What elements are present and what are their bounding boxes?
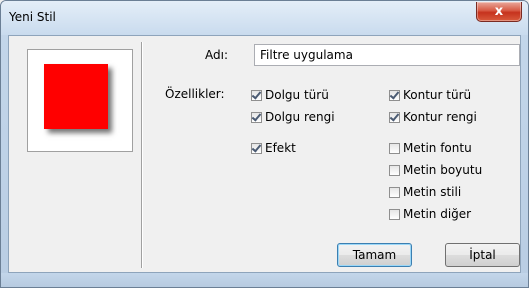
checkbox-box[interactable]	[389, 164, 400, 176]
checkbox-metin-diger[interactable]: Metin diğer	[389, 207, 471, 221]
checkbox-box[interactable]	[389, 89, 400, 101]
checkbox-box[interactable]	[389, 142, 400, 154]
vertical-divider	[141, 42, 143, 268]
dialog-client-area: Adı: Özellikler: Dolgu türü Dolgu rengi …	[8, 35, 521, 273]
checkbox-label: Metin fontu	[403, 141, 472, 155]
checkbox-label: Kontur rengi	[403, 110, 477, 124]
style-preview	[27, 49, 133, 152]
preview-swatch	[44, 64, 108, 129]
checkbox-dolgu-rengi[interactable]: Dolgu rengi	[251, 110, 335, 124]
checkbox-box[interactable]	[251, 111, 262, 123]
cancel-button-label: İptal	[469, 248, 496, 262]
cancel-button[interactable]: İptal	[445, 243, 520, 267]
name-input[interactable]	[254, 44, 520, 66]
checkbox-efekt[interactable]: Efekt	[251, 141, 296, 155]
checkbox-label: Efekt	[265, 141, 296, 155]
checkbox-box[interactable]	[389, 111, 400, 123]
checkbox-box[interactable]	[251, 89, 262, 101]
checkbox-label: Metin boyutu	[403, 163, 483, 177]
checkbox-label: Dolgu türü	[265, 88, 329, 102]
properties-label: Özellikler:	[165, 87, 225, 101]
close-icon: x	[494, 4, 504, 19]
checkbox-label: Kontur türü	[403, 88, 472, 102]
checkbox-kontur-turu[interactable]: Kontur türü	[389, 88, 471, 102]
window-bottom-frame	[1, 273, 528, 287]
checkbox-dolgu-turu[interactable]: Dolgu türü	[251, 88, 329, 102]
checkbox-label: Metin diğer	[403, 207, 472, 221]
checkbox-box[interactable]	[389, 186, 400, 198]
checkbox-metin-boyutu[interactable]: Metin boyutu	[389, 163, 482, 177]
checkbox-label: Dolgu rengi	[265, 110, 335, 124]
checkbox-metin-stili[interactable]: Metin stili	[389, 185, 461, 199]
ok-button-label: Tamam	[352, 248, 397, 262]
checkbox-box[interactable]	[389, 208, 400, 220]
checkbox-label: Metin stili	[403, 185, 462, 199]
window-title: Yeni Stil	[9, 10, 56, 24]
checkbox-kontur-rengi[interactable]: Kontur rengi	[389, 110, 477, 124]
title-bar[interactable]: Yeni Stil x	[1, 1, 528, 35]
ok-button[interactable]: Tamam	[337, 243, 412, 267]
dialog-window: Yeni Stil x Adı: Özellikler: Dolgu türü …	[0, 0, 529, 288]
close-button[interactable]: x	[476, 2, 522, 22]
checkbox-box[interactable]	[251, 142, 262, 154]
name-label: Adı:	[205, 48, 228, 62]
checkbox-metin-fontu[interactable]: Metin fontu	[389, 141, 472, 155]
